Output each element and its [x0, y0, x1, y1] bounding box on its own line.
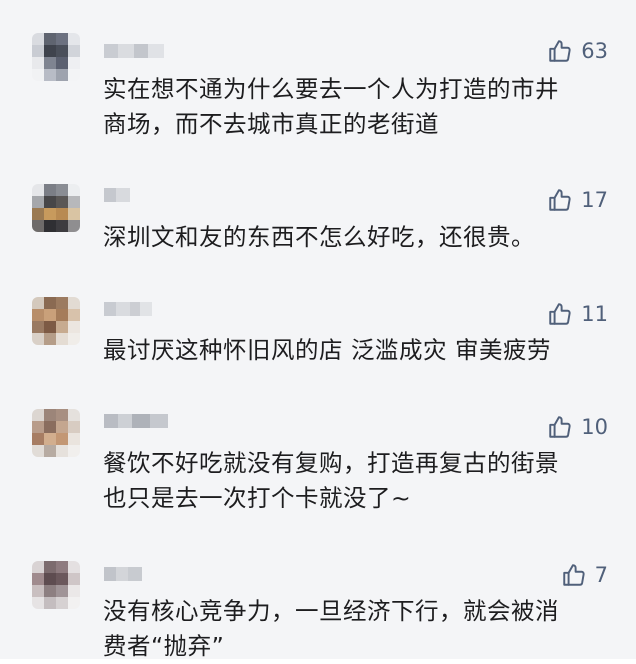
username-blurred[interactable] — [104, 44, 164, 58]
username-blurred[interactable] — [104, 302, 152, 316]
username-blurred[interactable] — [104, 414, 168, 428]
like-count: 10 — [581, 415, 608, 439]
like-count: 7 — [594, 563, 608, 587]
like-button[interactable]: 7 — [561, 562, 608, 588]
avatar[interactable] — [32, 184, 80, 232]
thumbs-up-icon — [549, 189, 571, 211]
thumbs-up-icon — [549, 40, 571, 62]
like-count: 11 — [581, 302, 608, 326]
like-count: 17 — [581, 188, 608, 212]
like-button[interactable]: 63 — [547, 38, 608, 64]
username-blurred[interactable] — [104, 188, 130, 202]
like-count: 63 — [581, 39, 608, 63]
avatar[interactable] — [32, 33, 80, 81]
avatar[interactable] — [32, 409, 80, 457]
comment-text: 深圳文和友的东西不怎么好吃，还很贵。 — [103, 223, 535, 251]
comment-text: 餐饮不好吃就没有复购，打造再复古的街景 也只是去一次打个卡就没了~ — [103, 449, 559, 512]
thumbs-up-icon — [549, 416, 571, 438]
comment-text: 没有核心竞争力，一旦经济下行，就会被消 费者“抛弃” — [103, 597, 559, 660]
comment-text: 最讨厌这种怀旧风的店 泛滥成灾 审美疲劳 — [103, 336, 551, 364]
like-button[interactable]: 11 — [547, 301, 608, 327]
like-button[interactable]: 10 — [547, 414, 608, 440]
comment-text: 实在想不通为什么要去一个人为打造的市井 商场，而不去城市真正的老街道 — [103, 75, 559, 138]
thumbs-up-icon — [549, 303, 571, 325]
comment-list: 63 实在想不通为什么要去一个人为打造的市井 商场，而不去城市真正的老街道 17… — [0, 0, 636, 660]
avatar[interactable] — [32, 561, 80, 609]
thumbs-up-icon — [562, 564, 585, 586]
username-blurred[interactable] — [104, 567, 142, 581]
avatar[interactable] — [32, 297, 80, 345]
like-button[interactable]: 17 — [547, 187, 608, 213]
